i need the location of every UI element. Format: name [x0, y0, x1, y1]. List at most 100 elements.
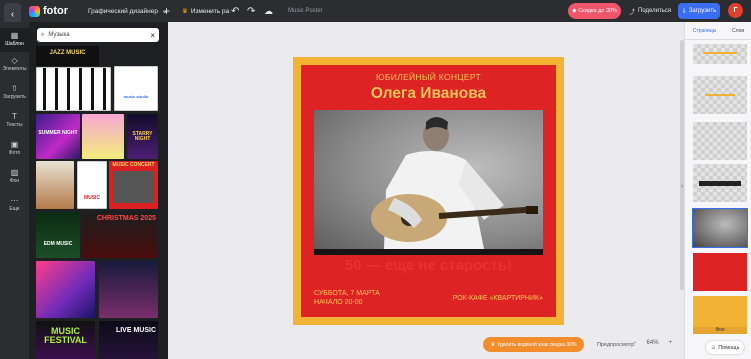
zoom-value[interactable]: 64%: [647, 340, 659, 346]
elements-icon: ◇: [11, 56, 18, 65]
help-button[interactable]: ☺ Помощь: [706, 341, 744, 354]
share-button[interactable]: ⤴ Поделиться: [629, 0, 671, 22]
expand-pages-button[interactable]: ›: [681, 183, 683, 190]
template-card[interactable]: SUMMER NIGHT: [36, 114, 80, 159]
zoom-control: − 64% +: [633, 340, 672, 346]
design-type-dropdown[interactable]: Графический дизайнер ⌄: [88, 0, 167, 22]
resize-button[interactable]: ♛ Изменить ра: [182, 0, 229, 22]
template-card[interactable]: [36, 67, 111, 111]
undo-button[interactable]: ↶: [231, 0, 239, 22]
template-panel: ⌕ Музыка × JAZZ MUSIC SUMMER NIGHT EDM M…: [29, 22, 168, 359]
download-button[interactable]: ⇩ Загрузить: [678, 3, 720, 19]
rail-label: Еще: [9, 206, 20, 212]
new-design-button[interactable]: +: [163, 0, 170, 22]
template-label: STARRY NIGHT: [132, 131, 153, 142]
rail-label: Элементы: [2, 66, 27, 72]
document-name[interactable]: Music Poster: [288, 0, 323, 22]
template-label: MUSIC CONCERT: [112, 162, 155, 168]
brand-logo[interactable]: fotor: [29, 0, 68, 22]
tab-pages[interactable]: Страницы: [693, 28, 716, 34]
cloud-save-button[interactable]: ☁: [264, 0, 273, 22]
poster-subtitle[interactable]: ЮБИЛЕЙНЫЙ КОНЦЕРТ: [301, 72, 556, 82]
template-card[interactable]: JAZZ MUSIC: [36, 46, 99, 66]
rail-item-text[interactable]: T Тексты: [0, 112, 29, 128]
layer-thumb-red[interactable]: [693, 253, 747, 291]
share-label: Поделиться: [638, 8, 672, 14]
poster-slogan[interactable]: 50 — еще не старость!: [314, 257, 543, 274]
template-card[interactable]: CHRISTMAS 2025: [82, 212, 158, 258]
clear-search-icon[interactable]: ×: [150, 31, 155, 40]
poster-canvas[interactable]: ЮБИЛЕЙНЫЙ КОНЦЕРТ Олега Иванова 50 — еще…: [293, 57, 564, 325]
rail-label: Тексты: [6, 122, 23, 128]
template-card[interactable]: EDM MUSIC: [36, 212, 80, 258]
left-rail: ▦ Шаблон ◇ Элементы ⇧ Загрузить T Тексты ▣ Фо…: [0, 22, 29, 359]
fotor-logo-icon: [29, 5, 40, 17]
help-label: Помощь: [718, 344, 740, 351]
resize-label: Изменить ра: [190, 7, 230, 15]
plus-icon: +: [163, 4, 171, 18]
brand-name: fotor: [43, 5, 69, 17]
rail-label: Шаблон: [5, 41, 24, 47]
more-icon: ⋯: [10, 196, 19, 205]
poster-photo[interactable]: [314, 110, 543, 255]
template-label: SUMMER NIGHT: [38, 130, 78, 136]
rail-label: Фото: [8, 150, 21, 156]
rail-item-upload[interactable]: ⇧ Загрузить: [0, 84, 29, 100]
search-icon: ⌕: [41, 31, 45, 38]
rail-item-elements[interactable]: ◇ Элементы: [0, 56, 29, 72]
template-card[interactable]: [99, 261, 158, 318]
zoom-out-button[interactable]: −: [633, 340, 637, 346]
redo-icon: ↷: [247, 5, 256, 17]
diamond-icon: ◆: [572, 8, 577, 14]
template-label: CHRISTMAS 2025: [96, 215, 156, 222]
poster-date[interactable]: СУББОТА, 7 МАРТА: [314, 290, 380, 297]
poster-title[interactable]: Олега Иванова: [301, 85, 556, 103]
poster-venue[interactable]: РОК-КАФЕ «КВАРТИРНИК»: [453, 295, 543, 302]
template-card[interactable]: MUSIC: [77, 161, 107, 209]
layer-thumb-photo[interactable]: [692, 208, 748, 248]
template-card[interactable]: [82, 114, 124, 159]
avatar[interactable]: Г: [728, 3, 743, 18]
search-input[interactable]: ⌕ Музыка ×: [37, 28, 159, 42]
rail-item-background[interactable]: ▨ Фон: [0, 168, 29, 184]
rail-item-more[interactable]: ⋯ Еще: [0, 196, 29, 212]
redo-button[interactable]: ↷: [247, 0, 255, 22]
remove-watermark-button[interactable]: ♛ Удалить водяной знак скидка 30%: [483, 337, 584, 352]
download-label: Загрузить: [688, 8, 717, 14]
preview-button[interactable]: Предпросмотр: [597, 342, 634, 348]
poster-start-time[interactable]: НАЧАЛО 20-00: [314, 299, 363, 306]
layer-thumb[interactable]: [693, 122, 747, 160]
template-card[interactable]: MUSIC FESTIVAL: [36, 321, 95, 359]
template-card[interactable]: [36, 161, 74, 209]
template-card[interactable]: [36, 261, 95, 318]
template-label: LIVE MUSIC: [115, 327, 156, 334]
rail-item-template[interactable]: ▦ Шаблон: [0, 28, 29, 52]
background-label: Фон: [693, 327, 747, 334]
undo-icon: ↶: [231, 5, 240, 17]
poster-inner: ЮБИЛЕЙНЫЙ КОНЦЕРТ Олега Иванова 50 — еще…: [301, 65, 556, 317]
template-label: MUSIC: [83, 195, 101, 201]
template-label: music studio: [123, 94, 149, 99]
tab-layers[interactable]: Слои: [732, 28, 744, 34]
layer-thumb[interactable]: [693, 164, 747, 202]
template-icon: ▦: [10, 31, 19, 40]
layer-thumb[interactable]: [693, 76, 747, 114]
design-type-label: Графический дизайнер: [88, 7, 158, 15]
zoom-in-button[interactable]: +: [669, 340, 673, 346]
slogan-band: [314, 249, 543, 255]
template-card[interactable]: STARRY NIGHT: [127, 114, 158, 159]
rail-label: Загрузить: [3, 94, 26, 100]
template-card[interactable]: music studio: [114, 66, 158, 111]
layer-thumb-background[interactable]: Фон: [693, 296, 747, 334]
pages-panel: Страницы Слои Фон: [684, 22, 751, 359]
watermark-label: Удалить водяной знак скидка 30%: [497, 341, 577, 348]
rail-label: Фон: [9, 178, 20, 184]
pages-tabs: Страницы Слои: [685, 22, 751, 40]
template-card[interactable]: MUSIC CONCERT: [109, 161, 158, 209]
background-icon: ▨: [10, 168, 19, 177]
rail-item-photo[interactable]: ▣ Фото: [0, 140, 29, 156]
template-card[interactable]: LIVE MUSIC: [99, 321, 158, 359]
photo-icon: ▣: [10, 140, 19, 149]
sale-button[interactable]: ◆ Скидка до 30%: [568, 3, 621, 19]
layer-thumb[interactable]: [693, 44, 747, 64]
